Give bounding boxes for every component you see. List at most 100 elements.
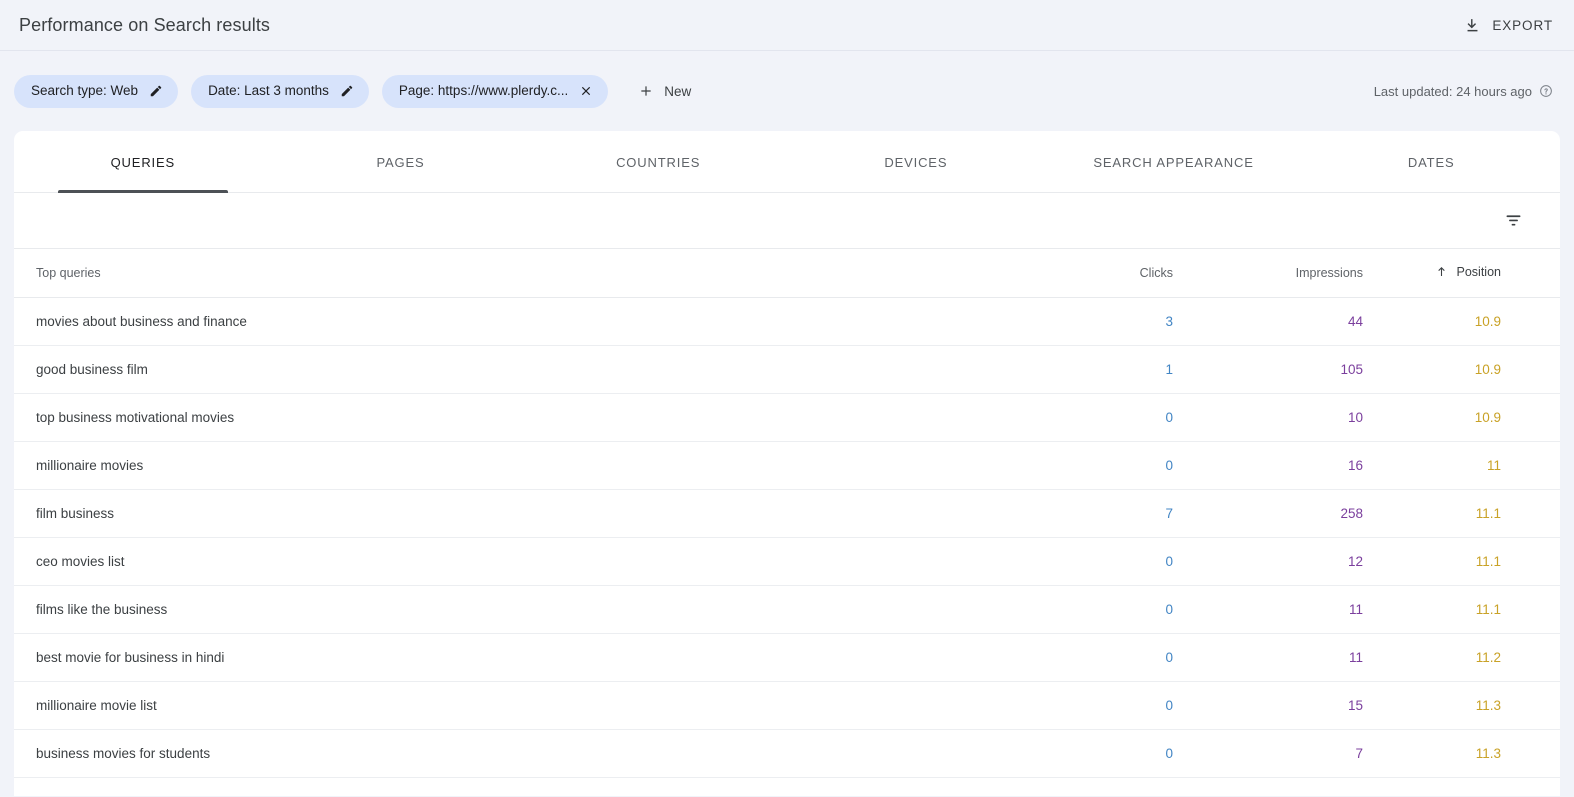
table-row[interactable]: film business 7 258 11.1 [14, 489, 1560, 538]
cell-query: business movies for students [14, 729, 994, 778]
cell-position: 11.2 [1374, 633, 1560, 682]
table-row[interactable]: ceo movies list 0 12 11.1 [14, 537, 1560, 586]
cell-position: 10.9 [1374, 345, 1560, 394]
pencil-icon[interactable] [340, 84, 354, 98]
column-header-clicks[interactable]: Clicks [994, 249, 1184, 298]
cell-position: 11 [1374, 441, 1560, 490]
cell-query: ceo movies list [14, 537, 994, 586]
cell-impressions: 10 [1184, 393, 1374, 442]
filter-chip-label: Date: Last 3 months [208, 83, 329, 99]
cell-position: 11.3 [1374, 681, 1560, 730]
cell-position: 11.1 [1374, 489, 1560, 538]
table-row[interactable]: best movie for business in hindi 0 11 11… [14, 633, 1560, 682]
table-row[interactable]: millionaire movies 0 16 11 [14, 441, 1560, 490]
cell-clicks: 7 [994, 489, 1184, 538]
cell-impressions: 105 [1184, 345, 1374, 394]
table-head: Top queries Clicks Impressions Position [14, 249, 1560, 298]
cell-clicks: 3 [994, 297, 1184, 346]
table-row[interactable]: films like the business 0 11 11.1 [14, 585, 1560, 634]
cell-position: 10.9 [1374, 297, 1560, 346]
column-header-position[interactable]: Position [1374, 249, 1560, 298]
cell-impressions: 11 [1184, 633, 1374, 682]
add-new-filter-label: New [664, 83, 692, 99]
tab-pages[interactable]: PAGES [272, 131, 530, 193]
tab-label: PAGES [376, 154, 425, 170]
tab-label: COUNTRIES [616, 154, 701, 170]
filter-chip-search-type[interactable]: Search type: Web [14, 74, 179, 108]
page-title: Performance on Search results [19, 14, 271, 35]
table-row[interactable]: millionaire movie list 0 15 11.3 [14, 681, 1560, 730]
column-header-impressions[interactable]: Impressions [1184, 249, 1374, 298]
tab-dates[interactable]: DATES [1302, 131, 1560, 193]
filter-chip-date[interactable]: Date: Last 3 months [191, 74, 369, 108]
position-sort-control[interactable]: Position [1435, 265, 1501, 279]
download-icon [1464, 17, 1481, 34]
cell-impressions: 11 [1184, 585, 1374, 634]
tab-label: DATES [1407, 154, 1455, 170]
cell-query: top business motivational movies [14, 393, 994, 442]
cell-clicks: 0 [994, 537, 1184, 586]
cell-query: film business [14, 489, 994, 538]
cell-clicks: 0 [994, 585, 1184, 634]
cell-impressions: 16 [1184, 441, 1374, 490]
cell-position: 10.9 [1374, 393, 1560, 442]
export-button[interactable]: EXPORT [1464, 17, 1553, 34]
filter-chip-group: Search type: Web Date: Last 3 months Pag… [14, 74, 609, 108]
tab-countries[interactable]: COUNTRIES [529, 131, 787, 193]
last-updated-label: Last updated: 24 hours ago [1373, 83, 1532, 99]
cell-query: movies about business and finance [14, 297, 994, 346]
cell-clicks: 0 [994, 441, 1184, 490]
export-label: EXPORT [1492, 17, 1553, 33]
close-icon[interactable] [579, 84, 593, 98]
cell-impressions: 44 [1184, 297, 1374, 346]
filter-bar: Search type: Web Date: Last 3 months Pag… [0, 51, 1574, 131]
cell-query: good business film [14, 345, 994, 394]
filter-chip-label: Search type: Web [31, 83, 139, 99]
cell-position: 11.1 [1374, 585, 1560, 634]
cell-impressions: 15 [1184, 681, 1374, 730]
cell-impressions: 12 [1184, 537, 1374, 586]
tab-queries[interactable]: QUERIES [14, 131, 272, 193]
plus-icon [638, 83, 654, 99]
table-row[interactable]: good business film 1 105 10.9 [14, 345, 1560, 394]
filter-chip-label: Page: https://www.plerdy.c... [398, 83, 569, 99]
tab-label: DEVICES [884, 154, 948, 170]
queries-table: Top queries Clicks Impressions Position [14, 249, 1560, 778]
column-header-top-queries[interactable]: Top queries [14, 249, 994, 298]
pencil-icon[interactable] [149, 84, 163, 98]
tab-label: SEARCH APPEARANCE [1093, 154, 1254, 170]
cell-clicks: 0 [994, 729, 1184, 778]
help-circle-icon[interactable] [1539, 84, 1553, 98]
cell-clicks: 0 [994, 393, 1184, 442]
cell-query: best movie for business in hindi [14, 633, 994, 682]
performance-card: QUERIES PAGES COUNTRIES DEVICES SEARCH A… [14, 131, 1560, 796]
table-row[interactable]: business movies for students 0 7 11.3 [14, 729, 1560, 778]
tab-devices[interactable]: DEVICES [787, 131, 1045, 193]
last-updated-info: Last updated: 24 hours ago [1374, 84, 1553, 99]
cell-position: 11.1 [1374, 537, 1560, 586]
top-header-bar: Performance on Search results EXPORT [0, 0, 1574, 51]
cell-query: films like the business [14, 585, 994, 634]
tab-bar: QUERIES PAGES COUNTRIES DEVICES SEARCH A… [14, 131, 1560, 193]
cell-clicks: 0 [994, 681, 1184, 730]
cell-query: millionaire movie list [14, 681, 994, 730]
cell-impressions: 258 [1184, 489, 1374, 538]
arrow-up-icon [1435, 265, 1448, 278]
table-row[interactable]: top business motivational movies 0 10 10… [14, 393, 1560, 442]
cell-clicks: 0 [994, 633, 1184, 682]
filter-chip-page[interactable]: Page: https://www.plerdy.c... [381, 74, 609, 108]
cell-impressions: 7 [1184, 729, 1374, 778]
tab-search-appearance[interactable]: SEARCH APPEARANCE [1045, 131, 1303, 193]
cell-query: millionaire movies [14, 441, 994, 490]
tab-label: QUERIES [110, 154, 176, 170]
table-toolbar [14, 193, 1560, 249]
filter-button[interactable] [1500, 208, 1526, 234]
table-body: movies about business and finance 3 44 1… [14, 297, 1560, 778]
cell-clicks: 1 [994, 345, 1184, 394]
table-row[interactable]: movies about business and finance 3 44 1… [14, 297, 1560, 346]
add-new-filter-button[interactable]: New [628, 75, 701, 108]
cell-position: 11.3 [1374, 729, 1560, 778]
column-header-position-label: Position [1456, 264, 1501, 279]
table-header-row: Top queries Clicks Impressions Position [14, 249, 1560, 298]
funnel-icon [1504, 211, 1523, 230]
